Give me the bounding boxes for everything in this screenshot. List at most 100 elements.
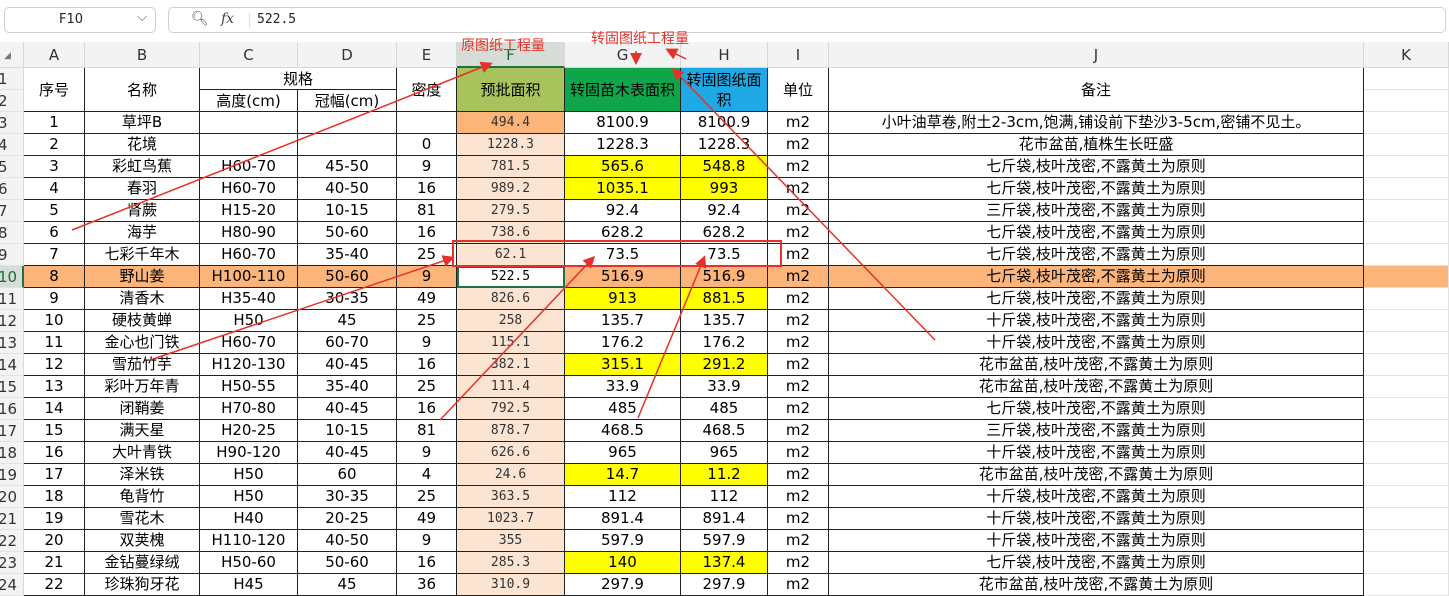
cell-name[interactable]: 龟背竹: [85, 486, 200, 508]
cell-h[interactable]: 965: [681, 442, 768, 464]
cell-crown[interactable]: 10-15: [298, 200, 397, 222]
cell-g[interactable]: 468.5: [565, 420, 681, 442]
cell-h[interactable]: 597.9: [681, 530, 768, 552]
cell-seq[interactable]: 19: [24, 508, 85, 530]
cell-density[interactable]: 9: [397, 442, 457, 464]
cell-density[interactable]: 81: [397, 200, 457, 222]
cell-height[interactable]: H20-25: [200, 420, 298, 442]
header-surface-area[interactable]: 转固苗木表面积: [565, 68, 681, 112]
cell-density[interactable]: 25: [397, 244, 457, 266]
cell-seq[interactable]: 18: [24, 486, 85, 508]
header-seq[interactable]: 序号: [24, 68, 85, 112]
header-remark[interactable]: 备注: [829, 68, 1364, 112]
cell-height[interactable]: H50: [200, 464, 298, 486]
magnifier-icon[interactable]: 🔍︎: [191, 11, 209, 27]
header-height[interactable]: 高度(cm): [200, 90, 298, 112]
cell-seq[interactable]: 16: [24, 442, 85, 464]
header-density[interactable]: 密度: [397, 68, 457, 112]
cell-k[interactable]: [1364, 332, 1449, 354]
cell-crown[interactable]: 40-45: [298, 398, 397, 420]
cell-remark[interactable]: 七斤袋,枝叶茂密,不露黄土为原则: [829, 244, 1364, 266]
cell-height[interactable]: H90-120: [200, 442, 298, 464]
cell-name[interactable]: 肾蕨: [85, 200, 200, 222]
cell-name[interactable]: 双荚槐: [85, 530, 200, 552]
cell-f[interactable]: 826.6: [457, 288, 565, 310]
cell-density[interactable]: 16: [397, 222, 457, 244]
cell-seq[interactable]: 10: [24, 310, 85, 332]
cell-g[interactable]: 516.9: [565, 266, 681, 288]
cell-k[interactable]: [1364, 398, 1449, 420]
cell-k[interactable]: [1364, 222, 1449, 244]
cell-h[interactable]: 548.8: [681, 156, 768, 178]
cell-crown[interactable]: 20-25: [298, 508, 397, 530]
row-header-4[interactable]: 4: [0, 134, 24, 156]
row-header-12[interactable]: 12: [0, 310, 24, 332]
header-name[interactable]: 名称: [85, 68, 200, 112]
cell-density[interactable]: 9: [397, 332, 457, 354]
cell-name[interactable]: 闭鞘姜: [85, 398, 200, 420]
cell-density[interactable]: 9: [397, 530, 457, 552]
cell-f[interactable]: 363.5: [457, 486, 565, 508]
row-header-2[interactable]: 2: [0, 90, 24, 112]
cell-name[interactable]: 草坪B: [85, 112, 200, 134]
cell-height[interactable]: H15-20: [200, 200, 298, 222]
cell-seq[interactable]: 8: [24, 266, 85, 288]
cell-seq[interactable]: 14: [24, 398, 85, 420]
cell-unit[interactable]: m2: [768, 354, 829, 376]
cell-density[interactable]: 49: [397, 508, 457, 530]
cell-seq[interactable]: 20: [24, 530, 85, 552]
cell-unit[interactable]: m2: [768, 266, 829, 288]
cell-remark[interactable]: 花市盆苗,枝叶茂密,不露黄土为原则: [829, 464, 1364, 486]
cell-g[interactable]: 315.1: [565, 354, 681, 376]
cell-remark[interactable]: 十斤袋,枝叶茂密,不露黄土为原则: [829, 442, 1364, 464]
cell-height[interactable]: H50: [200, 486, 298, 508]
header-drawing-area[interactable]: 转固图纸面积: [681, 68, 768, 112]
cell-h[interactable]: 881.5: [681, 288, 768, 310]
column-header-i[interactable]: I: [768, 42, 829, 68]
cell-seq[interactable]: 1: [24, 112, 85, 134]
cell-density[interactable]: 16: [397, 354, 457, 376]
cell-unit[interactable]: m2: [768, 332, 829, 354]
cell-name[interactable]: 硬枝黄蝉: [85, 310, 200, 332]
cell-height[interactable]: H50: [200, 310, 298, 332]
cell-unit[interactable]: m2: [768, 112, 829, 134]
column-header-a[interactable]: A: [24, 42, 85, 68]
cell-k[interactable]: [1364, 354, 1449, 376]
cell-k[interactable]: [1364, 552, 1449, 574]
row-header-10[interactable]: 10: [0, 266, 24, 288]
cell-name[interactable]: 春羽: [85, 178, 200, 200]
cell-height[interactable]: H40: [200, 508, 298, 530]
cell-k[interactable]: [1364, 420, 1449, 442]
cell-k[interactable]: [1364, 508, 1449, 530]
cell-unit[interactable]: m2: [768, 288, 829, 310]
column-header-b[interactable]: B: [85, 42, 200, 68]
cell-h[interactable]: 137.4: [681, 552, 768, 574]
cell-height[interactable]: H120-130: [200, 354, 298, 376]
cell-h[interactable]: 11.2: [681, 464, 768, 486]
cell-density[interactable]: 9: [397, 156, 457, 178]
row-header-23[interactable]: 23: [0, 552, 24, 574]
cell-remark[interactable]: 十斤袋,枝叶茂密,不露黄土为原则: [829, 508, 1364, 530]
row-header-3[interactable]: 3: [0, 112, 24, 134]
cell-remark[interactable]: 七斤袋,枝叶茂密,不露黄土为原则: [829, 266, 1364, 288]
cell-f[interactable]: 24.6: [457, 464, 565, 486]
cell-crown[interactable]: 30-35: [298, 486, 397, 508]
cell-seq[interactable]: 11: [24, 332, 85, 354]
cell-h[interactable]: 297.9: [681, 574, 768, 596]
cell-g[interactable]: 297.9: [565, 574, 681, 596]
cell-density[interactable]: 9: [397, 266, 457, 288]
cell-k[interactable]: [1364, 442, 1449, 464]
cell-seq[interactable]: 4: [24, 178, 85, 200]
cell-k2[interactable]: [1364, 90, 1449, 112]
row-header-8[interactable]: 8: [0, 222, 24, 244]
cell-unit[interactable]: m2: [768, 134, 829, 156]
row-header-24[interactable]: 24: [0, 574, 24, 596]
cell-k[interactable]: [1364, 464, 1449, 486]
row-header-17[interactable]: 17: [0, 420, 24, 442]
cell-height[interactable]: H50-55: [200, 376, 298, 398]
cell-name[interactable]: 满天星: [85, 420, 200, 442]
cell-seq[interactable]: 2: [24, 134, 85, 156]
cell-unit[interactable]: m2: [768, 178, 829, 200]
cell-unit[interactable]: m2: [768, 508, 829, 530]
cell-h[interactable]: 112: [681, 486, 768, 508]
